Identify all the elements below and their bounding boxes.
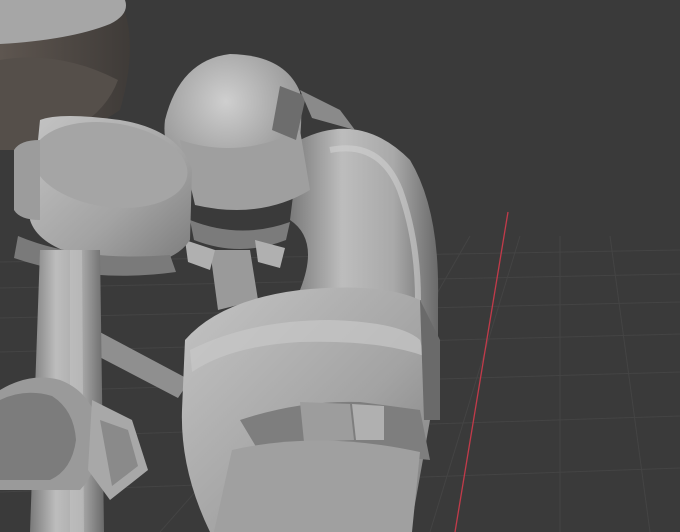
x-axis-line: [454, 211, 509, 532]
robot-hand-claw[interactable]: [0, 377, 148, 500]
robot-upper-arm[interactable]: [181, 287, 440, 532]
viewport-canvas[interactable]: [0, 0, 680, 532]
3d-viewport[interactable]: [0, 0, 680, 532]
